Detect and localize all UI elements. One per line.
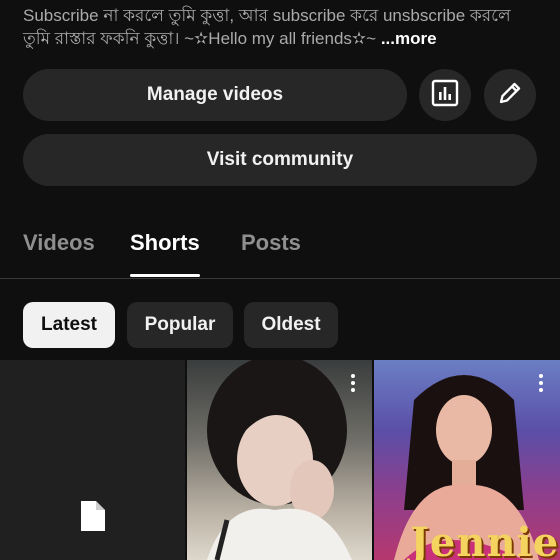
tab-shorts[interactable]: Shorts	[130, 230, 200, 256]
file-icon	[79, 499, 107, 538]
visit-community-button[interactable]: Visit community	[23, 134, 537, 186]
filter-oldest[interactable]: Oldest	[244, 302, 338, 348]
short-thumbnail-3[interactable]: Jennie	[374, 360, 560, 560]
short-thumbnail-1[interactable]	[0, 360, 185, 560]
more-options-icon[interactable]	[350, 374, 356, 395]
channel-tabs: Videos Shorts Posts	[0, 226, 560, 279]
short-image-2	[207, 360, 352, 560]
filter-popular[interactable]: Popular	[127, 302, 233, 348]
analytics-button[interactable]	[419, 69, 471, 121]
short-thumbnail-2[interactable]	[187, 360, 372, 560]
bar-chart-icon	[430, 78, 460, 113]
tab-posts[interactable]: Posts	[241, 230, 301, 256]
visit-community-label: Visit community	[206, 149, 354, 170]
tab-videos[interactable]: Videos	[23, 230, 95, 256]
manage-videos-button[interactable]: Manage videos	[23, 69, 407, 121]
edit-channel-button[interactable]	[484, 69, 536, 121]
pencil-icon	[495, 78, 525, 113]
short-overlay-text: Jennie	[410, 519, 560, 560]
description-line-2: তুমি রাস্তার ফকনি কুত্তা। ~✫Hello my all…	[23, 29, 381, 48]
channel-description[interactable]: Subscribe না করলে তুমি কুত্তা, আর subscr…	[23, 4, 543, 50]
active-tab-indicator	[130, 274, 200, 277]
more-options-icon[interactable]	[538, 374, 544, 395]
manage-videos-label: Manage videos	[146, 84, 284, 105]
more-link[interactable]: ...more	[381, 29, 437, 48]
description-line-1: Subscribe না করলে তুমি কুত্তা, আর subscr…	[23, 6, 511, 25]
filter-latest[interactable]: Latest	[23, 302, 115, 348]
